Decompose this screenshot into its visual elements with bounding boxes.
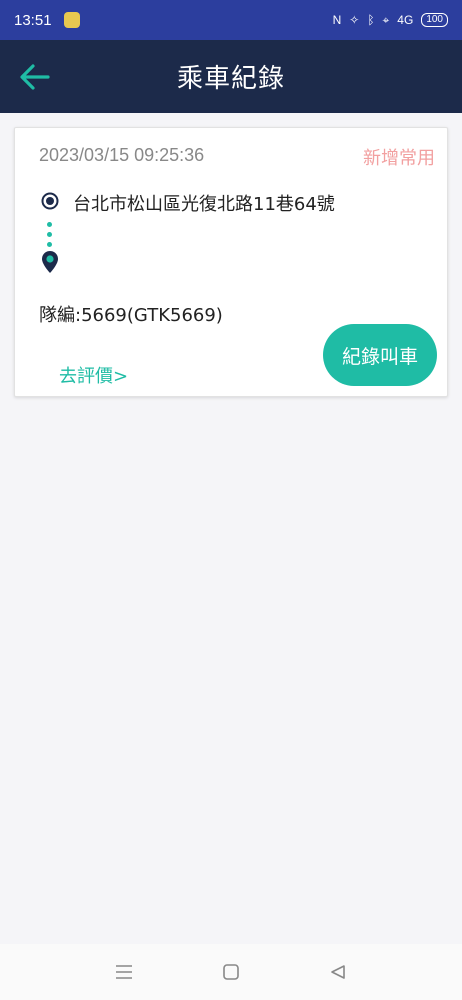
home-square-icon — [223, 964, 239, 980]
system-nav-bar — [0, 944, 462, 1000]
home-button[interactable] — [219, 960, 243, 984]
origin-address: 台北市松山區光復北路11巷64號 — [73, 194, 335, 215]
notification-emoji-icon — [63, 12, 80, 28]
signal-icon: 4G — [397, 13, 414, 27]
location-icon: ⌖ — [382, 12, 390, 27]
back-button[interactable] — [18, 60, 52, 94]
route-dot — [47, 242, 52, 247]
vibrate-icon: ✧ — [349, 13, 360, 27]
status-icons: N ✧ ᛒ ⌖ 4G 100 — [333, 13, 448, 28]
rate-link[interactable]: 去評價> — [59, 362, 128, 388]
route-dot — [47, 222, 52, 227]
bluetooth-icon: ᛒ — [367, 13, 375, 27]
arrow-left-icon — [20, 64, 50, 90]
page-title: 乘車紀錄 — [176, 64, 285, 94]
menu-icon — [115, 965, 132, 979]
origin-marker-icon — [41, 192, 59, 210]
ride-datetime: 2023/03/15 09:25:36 — [39, 145, 205, 165]
route-dots — [47, 222, 53, 252]
status-time: 13:51 — [14, 11, 52, 29]
triangle-back-icon — [331, 965, 346, 979]
back-nav-button[interactable] — [326, 960, 350, 984]
recall-button[interactable]: 紀錄叫車 — [323, 324, 437, 386]
menu-button[interactable] — [112, 960, 136, 984]
destination-pin-icon — [42, 251, 58, 273]
status-bar: 13:51 N ✧ ᛒ ⌖ 4G 100 — [0, 0, 462, 40]
ride-record-card: 2023/03/15 09:25:36 新增常用 台北市松山區光復北路11巷64… — [14, 127, 448, 397]
add-favorite-button[interactable]: 新增常用 — [363, 144, 435, 170]
app-bar: 乘車紀錄 — [0, 40, 462, 113]
fleet-number: 隊編:5669(GTK5669) — [39, 305, 223, 326]
nfc-icon: N — [332, 13, 342, 27]
battery-icon: 100 — [421, 13, 448, 27]
route-dot — [47, 232, 52, 237]
